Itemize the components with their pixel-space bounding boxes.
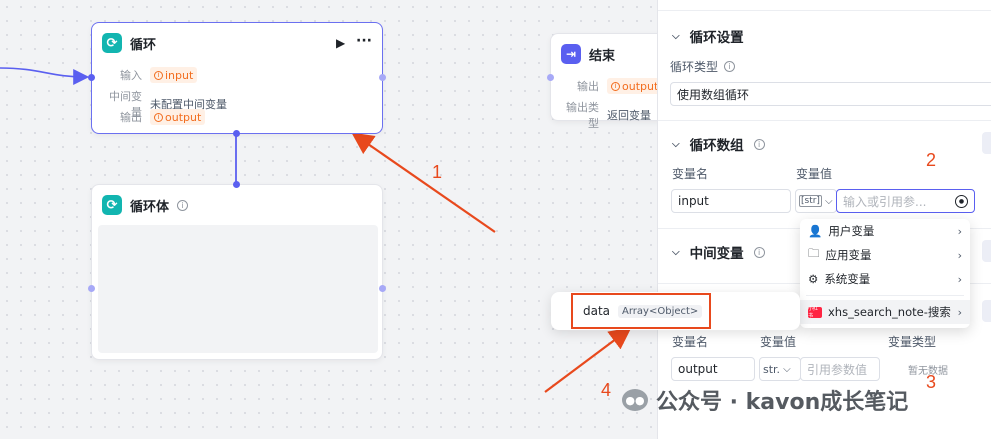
chevron-right-icon: › <box>957 305 962 319</box>
loop-array-header[interactable]: ⌵ 循环数组 i <box>672 134 765 154</box>
loop-body-header: ⟳ 循环体 i <box>102 195 189 215</box>
end-left-port[interactable] <box>547 74 554 81</box>
middle-vars-title: 中间变量 <box>689 246 744 262</box>
end-output-row: 输出 i output <box>559 78 663 94</box>
info-circle-icon: i <box>611 81 620 91</box>
loop-body-node[interactable]: ⟳ 循环体 i <box>91 184 383 360</box>
info-icon: i <box>753 246 765 258</box>
output-ref-input[interactable]: 引用参数值 <box>800 357 880 381</box>
target-icon[interactable]: ● <box>955 194 968 208</box>
add-array-button[interactable] <box>982 132 991 154</box>
dropdown-item-app-vars[interactable]: 🗀 应用变量 › <box>800 243 970 267</box>
loop-body-canvas[interactable] <box>98 225 378 353</box>
reference-dropdown: 👤 用户变量 › 🗀 应用变量 › ⚙ 系统变量 › 小红书 xhs_searc… <box>800 219 970 328</box>
end-type-value: 返回变量 <box>607 109 651 122</box>
loop-icon: ⟳ <box>102 195 122 215</box>
loop-input-key: 输入 <box>120 69 142 82</box>
end-output-key: 输出 <box>577 80 599 93</box>
end-output-chip[interactable]: i output <box>607 78 663 94</box>
chevron-right-icon: › <box>957 224 962 238</box>
loop-array-ref-input[interactable]: 输入或引用参... ● <box>836 189 975 213</box>
annotation-2: 2 <box>926 150 937 170</box>
loop-node-header: ⟳ 循环 <box>102 33 156 53</box>
loop-body-top-port[interactable] <box>233 181 240 188</box>
more-icon[interactable]: ··· <box>356 33 372 49</box>
end-type-key: 输出类型 <box>566 101 599 130</box>
dropdown-item-system-vars[interactable]: ⚙ 系统变量 › <box>800 267 970 291</box>
end-type-row: 输出类型 返回变量 <box>559 99 651 131</box>
watermark: ●● 公众号 · kavon成长笔记 <box>622 384 908 416</box>
loop-array-type-select[interactable]: [str] ⌵ <box>795 189 837 213</box>
chevron-down-icon: ⌵ <box>824 195 833 207</box>
loop-right-port[interactable] <box>379 74 386 81</box>
annotation-4: 4 <box>601 380 612 400</box>
loop-settings-title: 循环设置 <box>689 30 744 46</box>
loop-input-row: 输入 i input <box>102 67 198 83</box>
loop-settings-header[interactable]: ⌵ 循环设置 <box>672 26 744 46</box>
input-edge <box>0 67 90 85</box>
loop-node[interactable]: ⟳ 循环 ▶ ··· 输入 i input 中间变量 未配置中间变量 输出 i ou… <box>91 22 383 134</box>
dropdown-item-xhs-search[interactable]: 小红书 xhs_search_note-搜索 › <box>800 300 970 324</box>
chevron-down-icon: ⌵ <box>672 138 680 150</box>
add-output-button[interactable] <box>982 300 991 322</box>
annotation-arrow-4 <box>544 327 632 393</box>
loop-left-port[interactable] <box>88 74 95 81</box>
middle-vars-header[interactable]: ⌵ 中间变量 i <box>672 242 765 262</box>
info-circle-icon: i <box>154 70 163 80</box>
annotation-1: 1 <box>432 162 443 182</box>
wechat-icon: ●● <box>622 389 648 411</box>
annotation-3: 3 <box>926 372 937 392</box>
info-icon: i <box>724 61 736 72</box>
loop-type-select[interactable]: 使用数组循环 <box>670 82 991 106</box>
chevron-right-icon: › <box>957 272 962 286</box>
gear-icon: ⚙ <box>808 272 819 286</box>
dropdown-item-user-vars[interactable]: 👤 用户变量 › <box>800 219 970 243</box>
output-type-label: 变量类型 <box>888 335 937 349</box>
output-value-label: 变量值 <box>760 335 797 349</box>
loop-body-left-port[interactable] <box>88 285 95 292</box>
folder-icon: 🗀 <box>808 245 820 260</box>
loop-icon: ⟳ <box>102 33 122 53</box>
chevron-right-icon: › <box>957 248 962 262</box>
loop-array-name-label: 变量名 <box>672 167 709 181</box>
end-icon: ⇥ <box>561 44 581 64</box>
loop-body-right-port[interactable] <box>379 285 386 292</box>
loop-output-row: 输出 i output <box>102 109 206 125</box>
loop-array-title: 循环数组 <box>689 138 744 154</box>
output-type-select[interactable]: str. ⌵ <box>759 357 801 381</box>
user-icon: 👤 <box>808 224 823 238</box>
output-name-input[interactable]: output <box>671 357 755 381</box>
info-icon: i <box>753 138 765 150</box>
loop-node-title: 循环 <box>130 37 157 53</box>
xiaohongshu-icon: 小红书 <box>808 306 822 319</box>
loop-type-label: 循环类型 i <box>670 58 736 75</box>
info-circle-icon: i <box>154 112 163 122</box>
loop-output-chip[interactable]: i output <box>150 109 206 125</box>
loop-body-title: 循环体 <box>130 199 170 215</box>
loop-input-chip[interactable]: i input <box>150 67 198 83</box>
chevron-down-icon: ⌵ <box>783 363 791 375</box>
add-middle-var-button[interactable] <box>982 240 991 262</box>
end-node-header: ⇥ 结束 <box>561 44 615 64</box>
loop-bottom-port[interactable] <box>233 130 240 137</box>
end-node-title: 结束 <box>589 48 616 64</box>
loop-array-value-label: 变量值 <box>796 167 833 181</box>
info-icon: i <box>177 199 189 211</box>
run-icon[interactable]: ▶ <box>336 36 345 50</box>
highlight-box <box>571 293 711 329</box>
loop-output-key: 输出 <box>120 111 142 124</box>
output-name-label: 变量名 <box>672 335 709 349</box>
chevron-down-icon: ⌵ <box>672 246 680 258</box>
chevron-down-icon: ⌵ <box>672 30 680 42</box>
loop-array-name-input[interactable]: input <box>671 189 791 213</box>
